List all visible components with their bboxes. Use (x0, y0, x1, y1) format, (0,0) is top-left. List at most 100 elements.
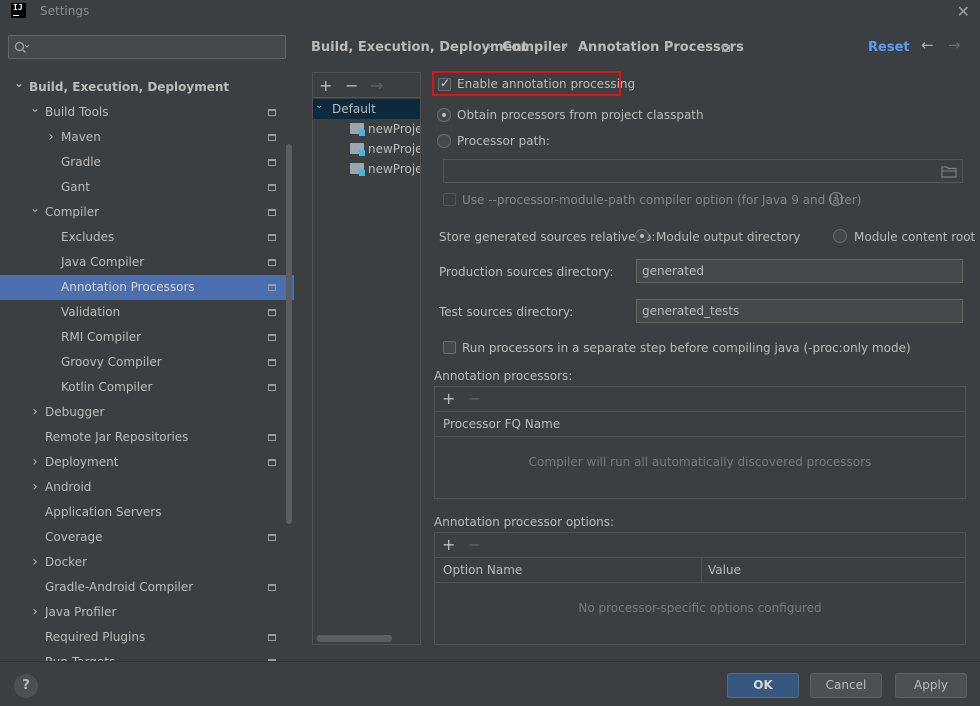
forward-arrow-icon[interactable]: → (948, 36, 961, 54)
chevron-down-icon[interactable]: ⌄ (13, 71, 25, 96)
sidebar-item-label: Run Targets (45, 650, 115, 661)
close-window-button[interactable]: ✕ (957, 2, 970, 21)
profile-module[interactable]: newProject (313, 119, 420, 139)
breadcrumb-compiler[interactable]: Compiler (502, 40, 567, 55)
column-divider (701, 558, 702, 583)
sidebar-item-label: Coverage (45, 530, 103, 544)
move-to-profile-button[interactable]: → (370, 76, 383, 95)
profiles-horizontal-scrollbar[interactable] (317, 635, 392, 642)
project-scope-icon (268, 184, 276, 191)
profile-default[interactable]: ⌄ Default (313, 99, 420, 119)
profile-module[interactable]: newProject (313, 159, 420, 179)
project-scope-icon (268, 434, 276, 441)
sidebar-item-coverage[interactable]: Coverage (0, 525, 294, 550)
test-sources-input[interactable]: generated_tests (636, 299, 963, 323)
cancel-button[interactable]: Cancel (810, 673, 882, 698)
sidebar-item-application-servers[interactable]: Application Servers (0, 500, 294, 525)
sidebar-item-label: Java Compiler (61, 255, 145, 269)
profile-module[interactable]: newProject (313, 139, 420, 159)
sidebar-item-run-targets[interactable]: Run Targets (0, 650, 294, 661)
obtain-from-classpath-radio[interactable] (437, 108, 451, 122)
separate-step-label: Run processors in a separate step before… (462, 341, 911, 355)
processor-path-field[interactable] (443, 159, 963, 183)
sidebar-item-annotation-processors[interactable]: Annotation Processors (0, 275, 294, 300)
module-output-radio[interactable] (635, 229, 649, 243)
module-content-root-radio[interactable] (833, 229, 847, 243)
remove-option-button[interactable]: − (468, 535, 481, 554)
sidebar-item-label: Maven (61, 130, 101, 144)
sidebar-scrollbar[interactable] (286, 144, 292, 524)
sidebar-item-label: Gant (61, 180, 90, 194)
remove-profile-button[interactable]: − (345, 76, 358, 95)
sidebar-item-java-compiler[interactable]: Java Compiler (0, 250, 294, 275)
ok-button[interactable]: OK (727, 673, 799, 698)
test-sources-label: Test sources directory: (439, 305, 574, 319)
profiles-panel: + − → ⌄ Default newProject newProject ne… (312, 72, 421, 645)
settings-tree: ⌄ Build, Execution, Deployment ⌄ Build Tool… (0, 75, 294, 661)
sidebar-item-groovy-compiler[interactable]: Groovy Compiler (0, 350, 294, 375)
sidebar-item-debugger[interactable]: › Debugger (0, 400, 294, 425)
sidebar-item-remote-jar-repositories[interactable]: Remote Jar Repositories (0, 425, 294, 450)
sidebar-item-build-tools[interactable]: ⌄ Build Tools (0, 100, 294, 125)
chevron-right-icon[interactable]: › (29, 550, 41, 575)
sidebar-item-compiler[interactable]: ⌄ Compiler (0, 200, 294, 225)
annotation-processor-options-label: Annotation processor options: (434, 515, 615, 529)
sidebar-item-label: Debugger (45, 405, 105, 419)
sidebar-item-required-plugins[interactable]: Required Plugins (0, 625, 294, 650)
add-profile-button[interactable]: + (319, 76, 332, 95)
breadcrumb-build-execution-deployment[interactable]: Build, Execution, Deployment (311, 40, 528, 55)
sidebar-item-excludes[interactable]: Excludes (0, 225, 294, 250)
add-option-button[interactable]: + (442, 535, 455, 554)
apply-button[interactable]: Apply (895, 673, 967, 698)
processor-module-path-checkbox[interactable] (443, 193, 456, 206)
settings-search-input[interactable] (8, 35, 286, 59)
sidebar-item-label: Build Tools (45, 105, 109, 119)
option-name-header[interactable]: Option Name (443, 563, 522, 577)
sidebar-item-validation[interactable]: Validation (0, 300, 294, 325)
processor-fq-name-header[interactable]: Processor FQ Name (435, 412, 965, 437)
project-scope-icon (268, 234, 276, 241)
chevron-down-icon[interactable]: ⌄ (29, 96, 41, 121)
sidebar-item-android[interactable]: › Android (0, 475, 294, 500)
options-toolbar: + − (435, 533, 965, 558)
separate-step-checkbox[interactable] (443, 341, 456, 354)
value-header[interactable]: Value (708, 558, 741, 583)
sidebar-item-java-profiler[interactable]: › Java Profiler (0, 600, 294, 625)
chevron-right-icon[interactable]: › (29, 400, 41, 425)
sidebar-item-docker[interactable]: › Docker (0, 550, 294, 575)
sidebar-item-gradle[interactable]: Gradle (0, 150, 294, 175)
reset-link[interactable]: Reset (868, 40, 910, 55)
help-button[interactable]: ? (14, 674, 38, 698)
add-processor-button[interactable]: + (442, 389, 455, 408)
sidebar-item-kotlin-compiler[interactable]: Kotlin Compiler (0, 375, 294, 400)
enable-annotation-processing-checkbox[interactable] (438, 76, 451, 91)
sidebar-item-rmi-compiler[interactable]: RMI Compiler (0, 325, 294, 350)
project-scope-icon (268, 534, 276, 541)
chevron-right-icon[interactable]: › (45, 125, 57, 150)
sidebar-item-label: Deployment (45, 455, 119, 469)
project-scope-icon (268, 334, 276, 341)
store-generated-label: Store generated sources relative to: (439, 230, 656, 244)
chevron-down-icon[interactable]: ⌄ (29, 196, 41, 221)
sidebar-item-gant[interactable]: Gant (0, 175, 294, 200)
help-icon[interactable]: ? (829, 192, 843, 206)
annotation-processors-table: + − Processor FQ Name Compiler will run … (434, 386, 966, 499)
sidebar-item-gradle-android-compiler[interactable]: Gradle-Android Compiler (0, 575, 294, 600)
chevron-right-icon[interactable]: › (29, 475, 41, 500)
profile-label: Default (332, 102, 376, 116)
project-scope-icon (268, 359, 276, 366)
sidebar-item-build-execution-deployment[interactable]: ⌄ Build, Execution, Deployment (0, 75, 294, 100)
folder-browse-icon[interactable] (941, 165, 957, 178)
chevron-right-icon[interactable]: › (29, 450, 41, 475)
processor-path-radio[interactable] (437, 134, 451, 148)
back-arrow-icon[interactable]: ← (921, 36, 934, 54)
production-sources-input[interactable]: generated (636, 259, 963, 283)
sidebar-item-label: Gradle (61, 155, 101, 169)
chevron-right-icon[interactable]: › (29, 600, 41, 625)
sidebar-item-maven[interactable]: › Maven (0, 125, 294, 150)
remove-processor-button[interactable]: − (468, 389, 481, 408)
sidebar-item-label: Compiler (45, 205, 100, 219)
sidebar-item-deployment[interactable]: › Deployment (0, 450, 294, 475)
annotation-settings-panel: Enable annotation processing Obtain proc… (430, 70, 980, 660)
project-scope-icon (268, 259, 276, 266)
